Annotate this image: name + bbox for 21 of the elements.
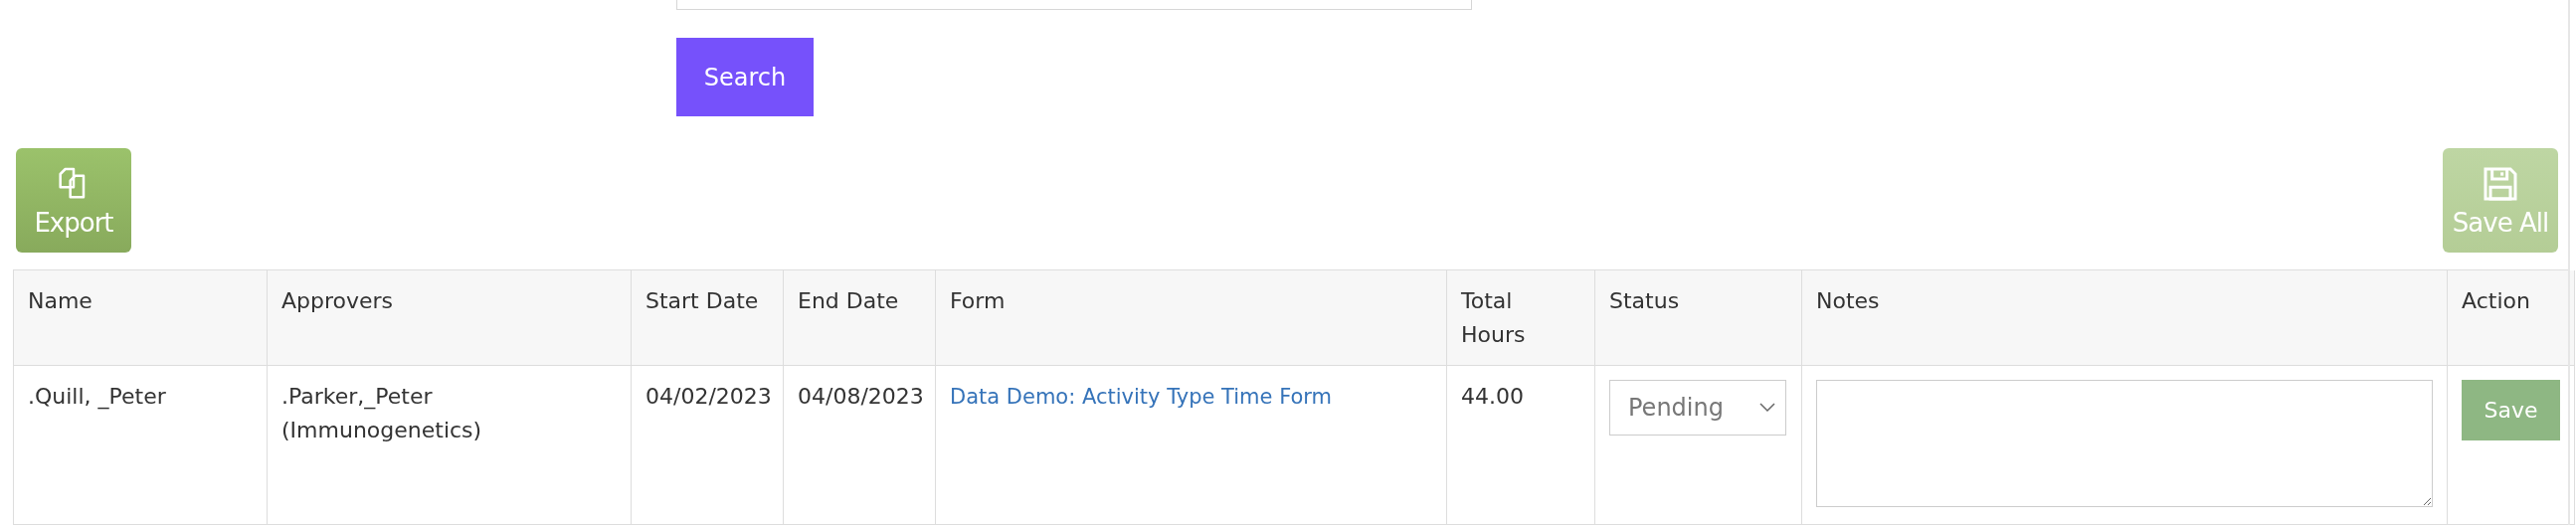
table-cell: .Quill, _Peter bbox=[14, 366, 268, 525]
column-header: Name bbox=[14, 270, 268, 366]
column-header: Status bbox=[1595, 270, 1802, 366]
column-header: Action bbox=[2448, 270, 2575, 366]
export-button[interactable]: Export bbox=[16, 148, 131, 253]
table-cell: .Parker,_Peter (Immunogenetics) bbox=[268, 366, 632, 525]
column-header: Form bbox=[936, 270, 1447, 366]
table-cell: 04/02/2023 bbox=[632, 366, 784, 525]
column-header: Total Hours bbox=[1447, 270, 1595, 366]
save-button[interactable]: Save bbox=[2462, 380, 2560, 440]
table-cell: 44.00 bbox=[1447, 366, 1595, 525]
column-header: End Date bbox=[784, 270, 936, 366]
status-select[interactable]: Pending bbox=[1609, 380, 1786, 436]
table-cell: 04/08/2023 bbox=[784, 366, 936, 525]
column-header: Start Date bbox=[632, 270, 784, 366]
form-link[interactable]: Data Demo: Activity Type Time Form bbox=[950, 385, 1333, 409]
search-button[interactable]: Search bbox=[676, 38, 814, 116]
chevron-down-icon bbox=[1759, 403, 1775, 413]
column-header: Approvers bbox=[268, 270, 632, 366]
notes-field[interactable] bbox=[1816, 380, 2433, 507]
column-header: Notes bbox=[1802, 270, 2448, 366]
